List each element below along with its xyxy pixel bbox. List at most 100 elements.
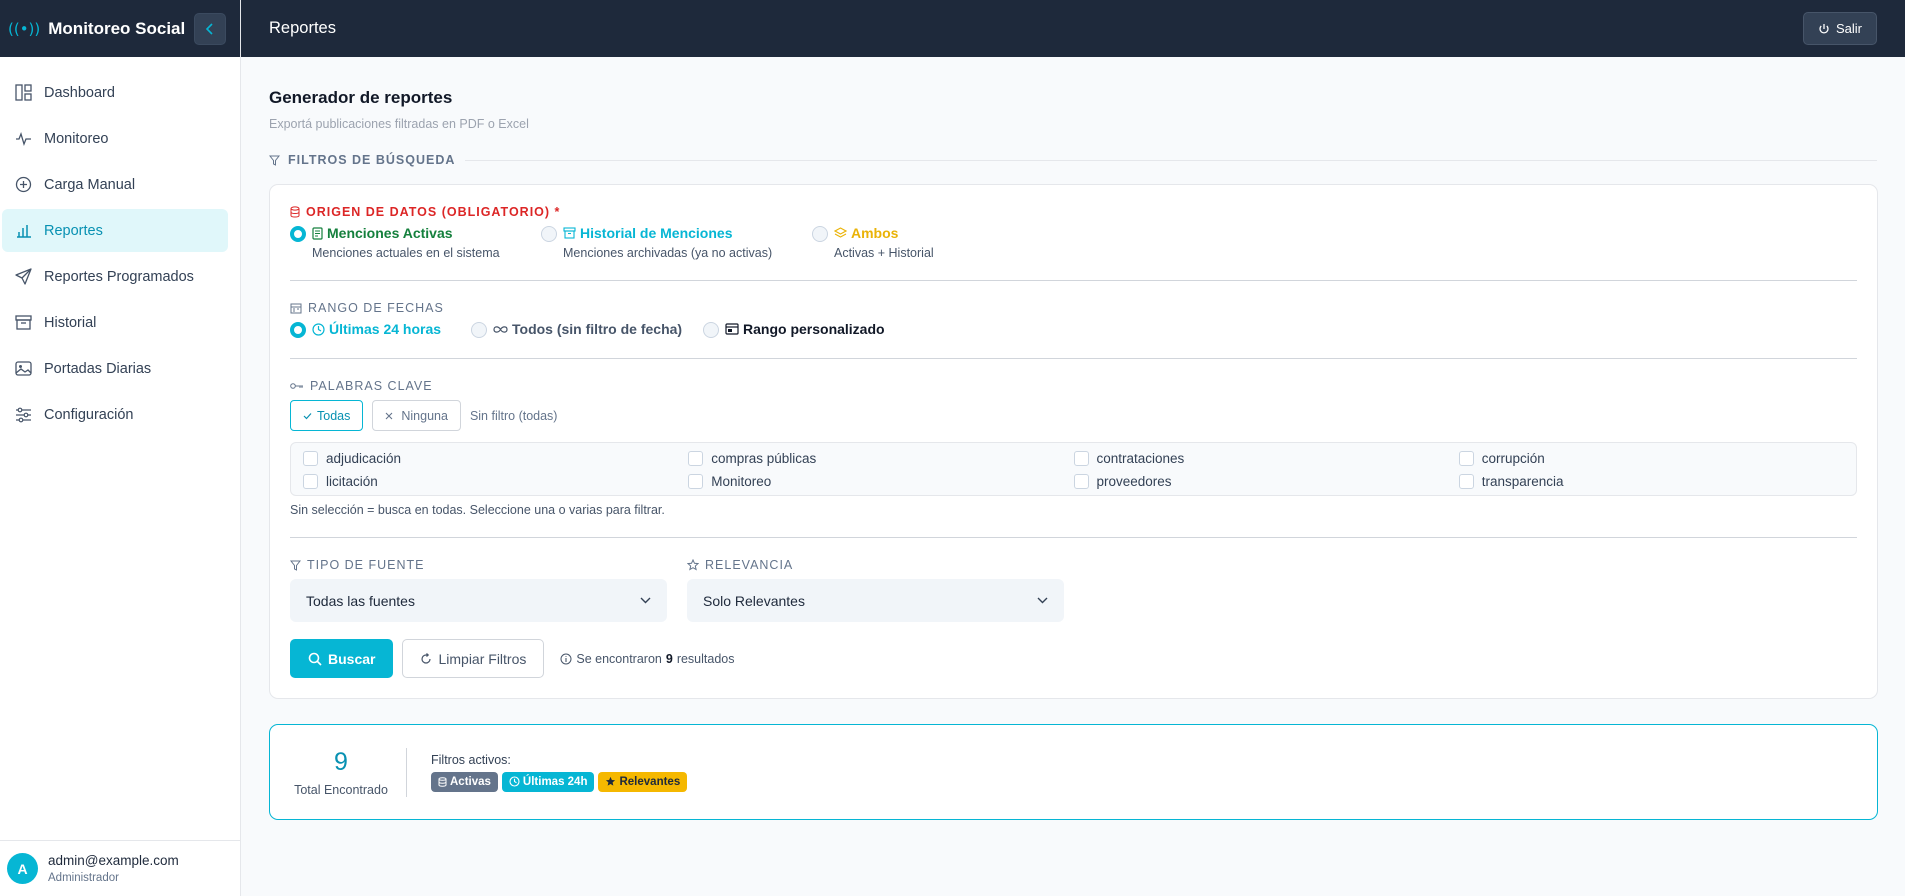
checkbox[interactable]	[303, 474, 318, 489]
keyword-checkbox-item[interactable]: Monitoreo	[688, 474, 1073, 489]
keyword-label: transparencia	[1481, 474, 1564, 489]
keyword-checkbox-item[interactable]: transparencia	[1458, 474, 1844, 489]
clear-keywords-label: Ninguna	[401, 408, 448, 423]
origin-option-activas[interactable]: Menciones Activas Menciones actuales en …	[290, 225, 541, 260]
radio-button[interactable]	[703, 322, 719, 338]
sidebar-item-monitoreo[interactable]: Monitoreo	[2, 117, 228, 160]
date-option-24h[interactable]: Últimas 24 horas	[290, 321, 471, 338]
radio-button[interactable]	[290, 322, 306, 338]
relevance-label-text: RELEVANCIA	[705, 558, 794, 572]
checkbox[interactable]	[1073, 474, 1089, 489]
chevron-down-icon	[640, 597, 651, 604]
send-icon	[15, 268, 32, 285]
source-type-select[interactable]: Todas las fuentes	[290, 579, 667, 622]
keyword-label: proveedores	[1096, 474, 1172, 489]
chevron-down-icon	[1037, 597, 1048, 604]
heading-divider	[465, 159, 1877, 161]
sidebar-item-portadas-diarias[interactable]: Portadas Diarias	[2, 347, 228, 390]
keyword-label: Monitoreo	[711, 474, 772, 489]
checkbox[interactable]	[1458, 474, 1474, 489]
sidebar-item-reportes[interactable]: Reportes	[2, 209, 228, 252]
radio-button[interactable]	[471, 322, 487, 338]
radio-button[interactable]	[812, 226, 828, 242]
relevance-select[interactable]: Solo Relevantes	[687, 579, 1064, 622]
origin-radio-group: Menciones Activas Menciones actuales en …	[290, 225, 1857, 260]
search-button[interactable]: Buscar	[290, 639, 394, 678]
filter-icon	[269, 155, 280, 166]
relevance-label: RELEVANCIA	[687, 558, 1064, 572]
clear-keywords-button[interactable]: Ninguna	[372, 400, 461, 431]
select-all-label: Todas	[317, 408, 351, 423]
date-option-custom[interactable]: Rango personalizado	[703, 321, 885, 338]
total-block: 9 Total Encontrado	[290, 747, 407, 797]
filter-icon	[290, 560, 301, 571]
origin-option-label: Menciones Activas	[327, 225, 453, 241]
clock-icon	[312, 322, 325, 336]
keyword-checkbox-item[interactable]: proveedores	[1073, 474, 1459, 489]
keyword-checkbox-item[interactable]: adjudicación	[303, 451, 688, 466]
sidebar-item-label: Configuración	[44, 406, 134, 423]
keyword-checkbox-item[interactable]: licitación	[303, 474, 688, 489]
relevance-value: Solo Relevantes	[703, 592, 805, 609]
sidebar-item-carga-manual[interactable]: Carga Manual	[2, 163, 228, 206]
results-summary: 9 Total Encontrado Filtros activos: Acti…	[269, 724, 1878, 820]
keyword-checkbox-item[interactable]: corrupción	[1458, 451, 1844, 466]
main-content: Generador de reportes Exportá publicacio…	[241, 57, 1905, 896]
active-filters: Filtros activos: Activas Últimas 24h Rel…	[407, 753, 691, 792]
badge-activas: Activas	[431, 771, 498, 792]
header-title: Reportes	[269, 19, 336, 37]
origin-option-ambos[interactable]: Ambos Activas + Historial	[812, 225, 934, 260]
keyword-checkbox-item[interactable]: contrataciones	[1073, 451, 1459, 466]
power-icon	[1819, 23, 1829, 33]
sidebar-item-reportes-programados[interactable]: Reportes Programados	[2, 255, 228, 298]
star-icon	[606, 776, 616, 786]
select-all-keywords-button[interactable]: Todas	[290, 400, 364, 431]
collapse-sidebar-button[interactable]	[194, 12, 226, 45]
origin-option-desc: Menciones actuales en el sistema	[312, 246, 500, 260]
badge-label: Relevantes	[619, 775, 681, 788]
calendar-icon	[290, 303, 302, 314]
keyword-checkbox-item[interactable]: compras públicas	[688, 451, 1073, 466]
origin-option-desc: Menciones archivadas (ya no activas)	[563, 246, 773, 260]
sidebar-item-configuracion[interactable]: Configuración	[2, 393, 228, 436]
user-profile[interactable]: A admin@example.com Administrador	[0, 840, 240, 896]
logout-button[interactable]: Salir	[1802, 12, 1877, 45]
radio-button[interactable]	[541, 226, 557, 242]
keywords-label: PALABRAS CLAVE	[290, 379, 1857, 393]
origin-option-historial[interactable]: Historial de Menciones Menciones archiva…	[541, 225, 812, 260]
radio-button[interactable]	[290, 226, 306, 242]
checkbox[interactable]	[688, 474, 704, 489]
sidebar-item-historial[interactable]: Historial	[2, 301, 228, 344]
badge-label: Últimas 24h	[522, 775, 588, 788]
clear-filters-label: Limpiar Filtros	[438, 650, 527, 667]
close-icon	[385, 412, 393, 419]
keyword-filter-status: Sin filtro (todas)	[469, 408, 558, 423]
date-option-todos[interactable]: Todos (sin filtro de fecha)	[471, 321, 703, 338]
section-divider	[290, 280, 1857, 281]
badge-relevantes: Relevantes	[598, 771, 688, 792]
relevance-field: RELEVANCIA Solo Relevantes	[687, 558, 1064, 622]
results-suffix: resultados	[676, 651, 735, 666]
source-type-field: TIPO DE FUENTE Todas las fuentes	[290, 558, 667, 622]
logout-label: Salir	[1835, 21, 1862, 36]
plus-circle-icon	[15, 176, 32, 193]
origin-option-title: Menciones Activas	[312, 225, 500, 241]
key-icon	[290, 383, 303, 389]
brand-bar: ((•)) Monitoreo Social	[0, 0, 240, 57]
user-email: admin@example.com	[48, 853, 179, 868]
sidebar-item-dashboard[interactable]: Dashboard	[2, 71, 228, 114]
checkbox[interactable]	[1073, 451, 1089, 466]
checkbox[interactable]	[688, 451, 704, 466]
filters-heading-label: FILTROS DE BÚSQUEDA	[288, 153, 456, 167]
sidebar-nav: Dashboard Monitoreo Carga Manual Reporte…	[0, 57, 240, 436]
clear-filters-button[interactable]: Limpiar Filtros	[402, 639, 545, 678]
keyword-label: licitación	[326, 474, 378, 489]
avatar: A	[7, 853, 38, 884]
date-option-label: Rango personalizado	[743, 321, 885, 337]
keyword-label: adjudicación	[326, 451, 402, 466]
results-prefix: Se encontraron	[576, 651, 662, 666]
date-range-label: RANGO DE FECHAS	[290, 301, 1857, 315]
sidebar-item-label: Historial	[44, 314, 97, 331]
checkbox[interactable]	[1458, 451, 1474, 466]
checkbox[interactable]	[303, 451, 318, 466]
